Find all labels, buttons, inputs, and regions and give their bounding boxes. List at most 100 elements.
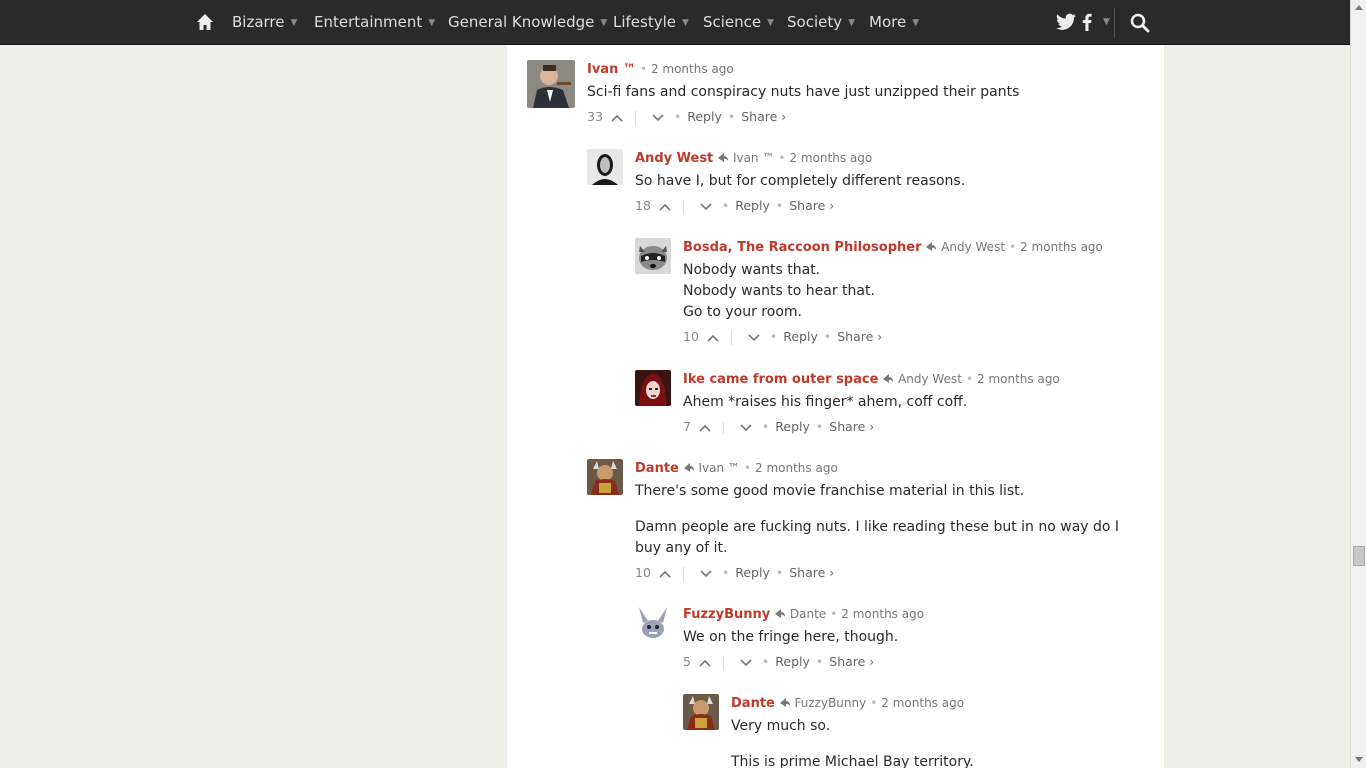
author-name[interactable]: Bosda, The Raccoon Philosopher	[683, 240, 922, 255]
reply-to[interactable]: Andy West	[882, 372, 962, 386]
timestamp[interactable]: 2 months ago	[841, 607, 924, 621]
downvote-icon[interactable]	[740, 658, 752, 668]
reply-link[interactable]: Reply	[783, 329, 818, 344]
downvote-icon[interactable]	[740, 423, 752, 433]
comment-line: We on the fringe here, though.	[683, 629, 899, 645]
scroll-up-icon[interactable]	[1355, 5, 1363, 10]
vote-count: 5	[683, 654, 691, 669]
share-link[interactable]: Share ›	[789, 198, 834, 213]
comment-meta: Dante FuzzyBunny • 2 months ago	[731, 696, 965, 711]
reply-link[interactable]: Reply	[735, 198, 770, 213]
timestamp[interactable]: 2 months ago	[755, 461, 838, 475]
comments-column: Ivan ™ • 2 months ago Sci-fi fans and cons…	[507, 45, 1164, 768]
upvote-icon[interactable]	[699, 658, 711, 668]
comment-text: We on the fringe here, though.	[683, 627, 1147, 648]
comment-actions: 5 • Reply • Share ›	[683, 654, 875, 670]
upvote-icon[interactable]	[659, 569, 671, 579]
avatar[interactable]	[587, 459, 623, 495]
reply-to[interactable]: Ivan ™	[717, 151, 774, 165]
share-link[interactable]: Share ›	[829, 654, 874, 669]
scroll-thumb[interactable]	[1353, 546, 1365, 566]
avatar[interactable]	[587, 149, 623, 185]
avatar[interactable]	[683, 694, 719, 730]
nav-item-entertainment[interactable]: Entertainment ▼	[314, 0, 435, 45]
upvote-icon[interactable]	[707, 333, 719, 343]
reply-link[interactable]: Reply	[735, 565, 770, 580]
comment-text: So have I, but for completely different …	[635, 171, 1145, 192]
nav-item-bizarre[interactable]: Bizarre ▼	[232, 0, 297, 45]
caret-down-icon: ▼	[682, 18, 689, 28]
reply-arrow-icon	[683, 463, 694, 472]
avatar[interactable]	[527, 60, 575, 108]
vote-count: 10	[683, 329, 699, 344]
caret-down-icon: ▼	[290, 18, 298, 28]
timestamp[interactable]: 2 months ago	[1020, 240, 1103, 254]
reply-to-name: FuzzyBunny	[794, 696, 867, 710]
comment-line: Sci-fi fans and conspiracy nuts have jus…	[587, 84, 1020, 100]
reply-to[interactable]: FuzzyBunny	[779, 696, 867, 710]
reply-to[interactable]: Dante	[774, 607, 826, 621]
share-link[interactable]: Share ›	[741, 109, 786, 124]
timestamp[interactable]: 2 months ago	[651, 62, 734, 76]
reply-link[interactable]: Reply	[687, 109, 722, 124]
caret-down-icon[interactable]: ▼	[1103, 17, 1110, 27]
comment-text: There's some good movie franchise materi…	[635, 481, 1147, 559]
author-name[interactable]: FuzzyBunny	[683, 607, 770, 622]
share-link[interactable]: Share ›	[789, 565, 834, 580]
caret-down-icon: ▼	[912, 18, 920, 28]
upvote-icon[interactable]	[611, 113, 623, 123]
facebook-icon[interactable]	[1082, 13, 1092, 31]
twitter-icon[interactable]	[1056, 13, 1076, 31]
reply-to-name: Ivan ™	[698, 461, 740, 475]
timestamp[interactable]: 2 months ago	[977, 372, 1060, 386]
reply-to-name: Dante	[789, 607, 827, 621]
downvote-icon[interactable]	[700, 202, 712, 212]
downvote-icon[interactable]	[652, 113, 664, 123]
caret-down-icon: ▼	[428, 18, 436, 28]
vote-count: 10	[635, 565, 651, 580]
comment-meta: Dante Ivan ™ • 2 months ago	[635, 461, 838, 476]
comment-actions: 7 • Reply • Share ›	[683, 419, 875, 435]
comment-text: Sci-fi fans and conspiracy nuts have jus…	[587, 82, 1147, 103]
avatar[interactable]	[635, 370, 671, 406]
nav-item-general-knowledge[interactable]: General Knowledge ▼	[448, 0, 607, 45]
reply-arrow-icon	[775, 609, 786, 618]
vertical-scrollbar[interactable]	[1350, 0, 1366, 768]
comment-meta: Ivan ™ • 2 months ago	[587, 62, 734, 77]
author-name[interactable]: Ivan ™	[587, 62, 636, 77]
nav-item-lifestyle[interactable]: Lifestyle ▼	[613, 0, 689, 45]
share-link[interactable]: Share ›	[837, 329, 882, 344]
downvote-icon[interactable]	[748, 333, 760, 343]
reply-to[interactable]: Andy West	[925, 240, 1005, 254]
comment-actions: 10 • Reply • Share ›	[683, 329, 883, 345]
comment-meta: FuzzyBunny Dante • 2 months ago	[683, 607, 925, 622]
caret-down-icon: ▼	[848, 18, 856, 28]
upvote-icon[interactable]	[659, 202, 671, 212]
reply-to-name: Ivan ™	[732, 151, 775, 165]
author-name[interactable]: Dante	[635, 461, 679, 476]
nav-label: Bizarre	[232, 13, 285, 31]
reply-arrow-icon	[718, 153, 729, 162]
timestamp[interactable]: 2 months ago	[789, 151, 872, 165]
search-icon[interactable]	[1130, 13, 1150, 33]
reply-link[interactable]: Reply	[775, 419, 810, 434]
comment-line: Go to your room.	[683, 304, 802, 320]
avatar[interactable]	[635, 238, 671, 274]
reply-arrow-icon	[883, 374, 894, 383]
upvote-icon[interactable]	[699, 423, 711, 433]
scroll-down-icon[interactable]	[1355, 757, 1363, 762]
author-name[interactable]: Andy West	[635, 151, 713, 166]
avatar[interactable]	[635, 605, 671, 641]
home-icon[interactable]	[196, 13, 214, 31]
reply-link[interactable]: Reply	[775, 654, 810, 669]
author-name[interactable]: Ike came from outer space	[683, 372, 878, 387]
nav-item-more[interactable]: More ▼	[869, 0, 919, 45]
comment-meta: Andy West Ivan ™ • 2 months ago	[635, 151, 873, 166]
share-link[interactable]: Share ›	[829, 419, 874, 434]
nav-item-science[interactable]: Science ▼	[703, 0, 774, 45]
nav-item-society[interactable]: Society ▼	[787, 0, 855, 45]
downvote-icon[interactable]	[700, 569, 712, 579]
author-name[interactable]: Dante	[731, 696, 775, 711]
timestamp[interactable]: 2 months ago	[881, 696, 964, 710]
reply-to[interactable]: Ivan ™	[683, 461, 740, 475]
